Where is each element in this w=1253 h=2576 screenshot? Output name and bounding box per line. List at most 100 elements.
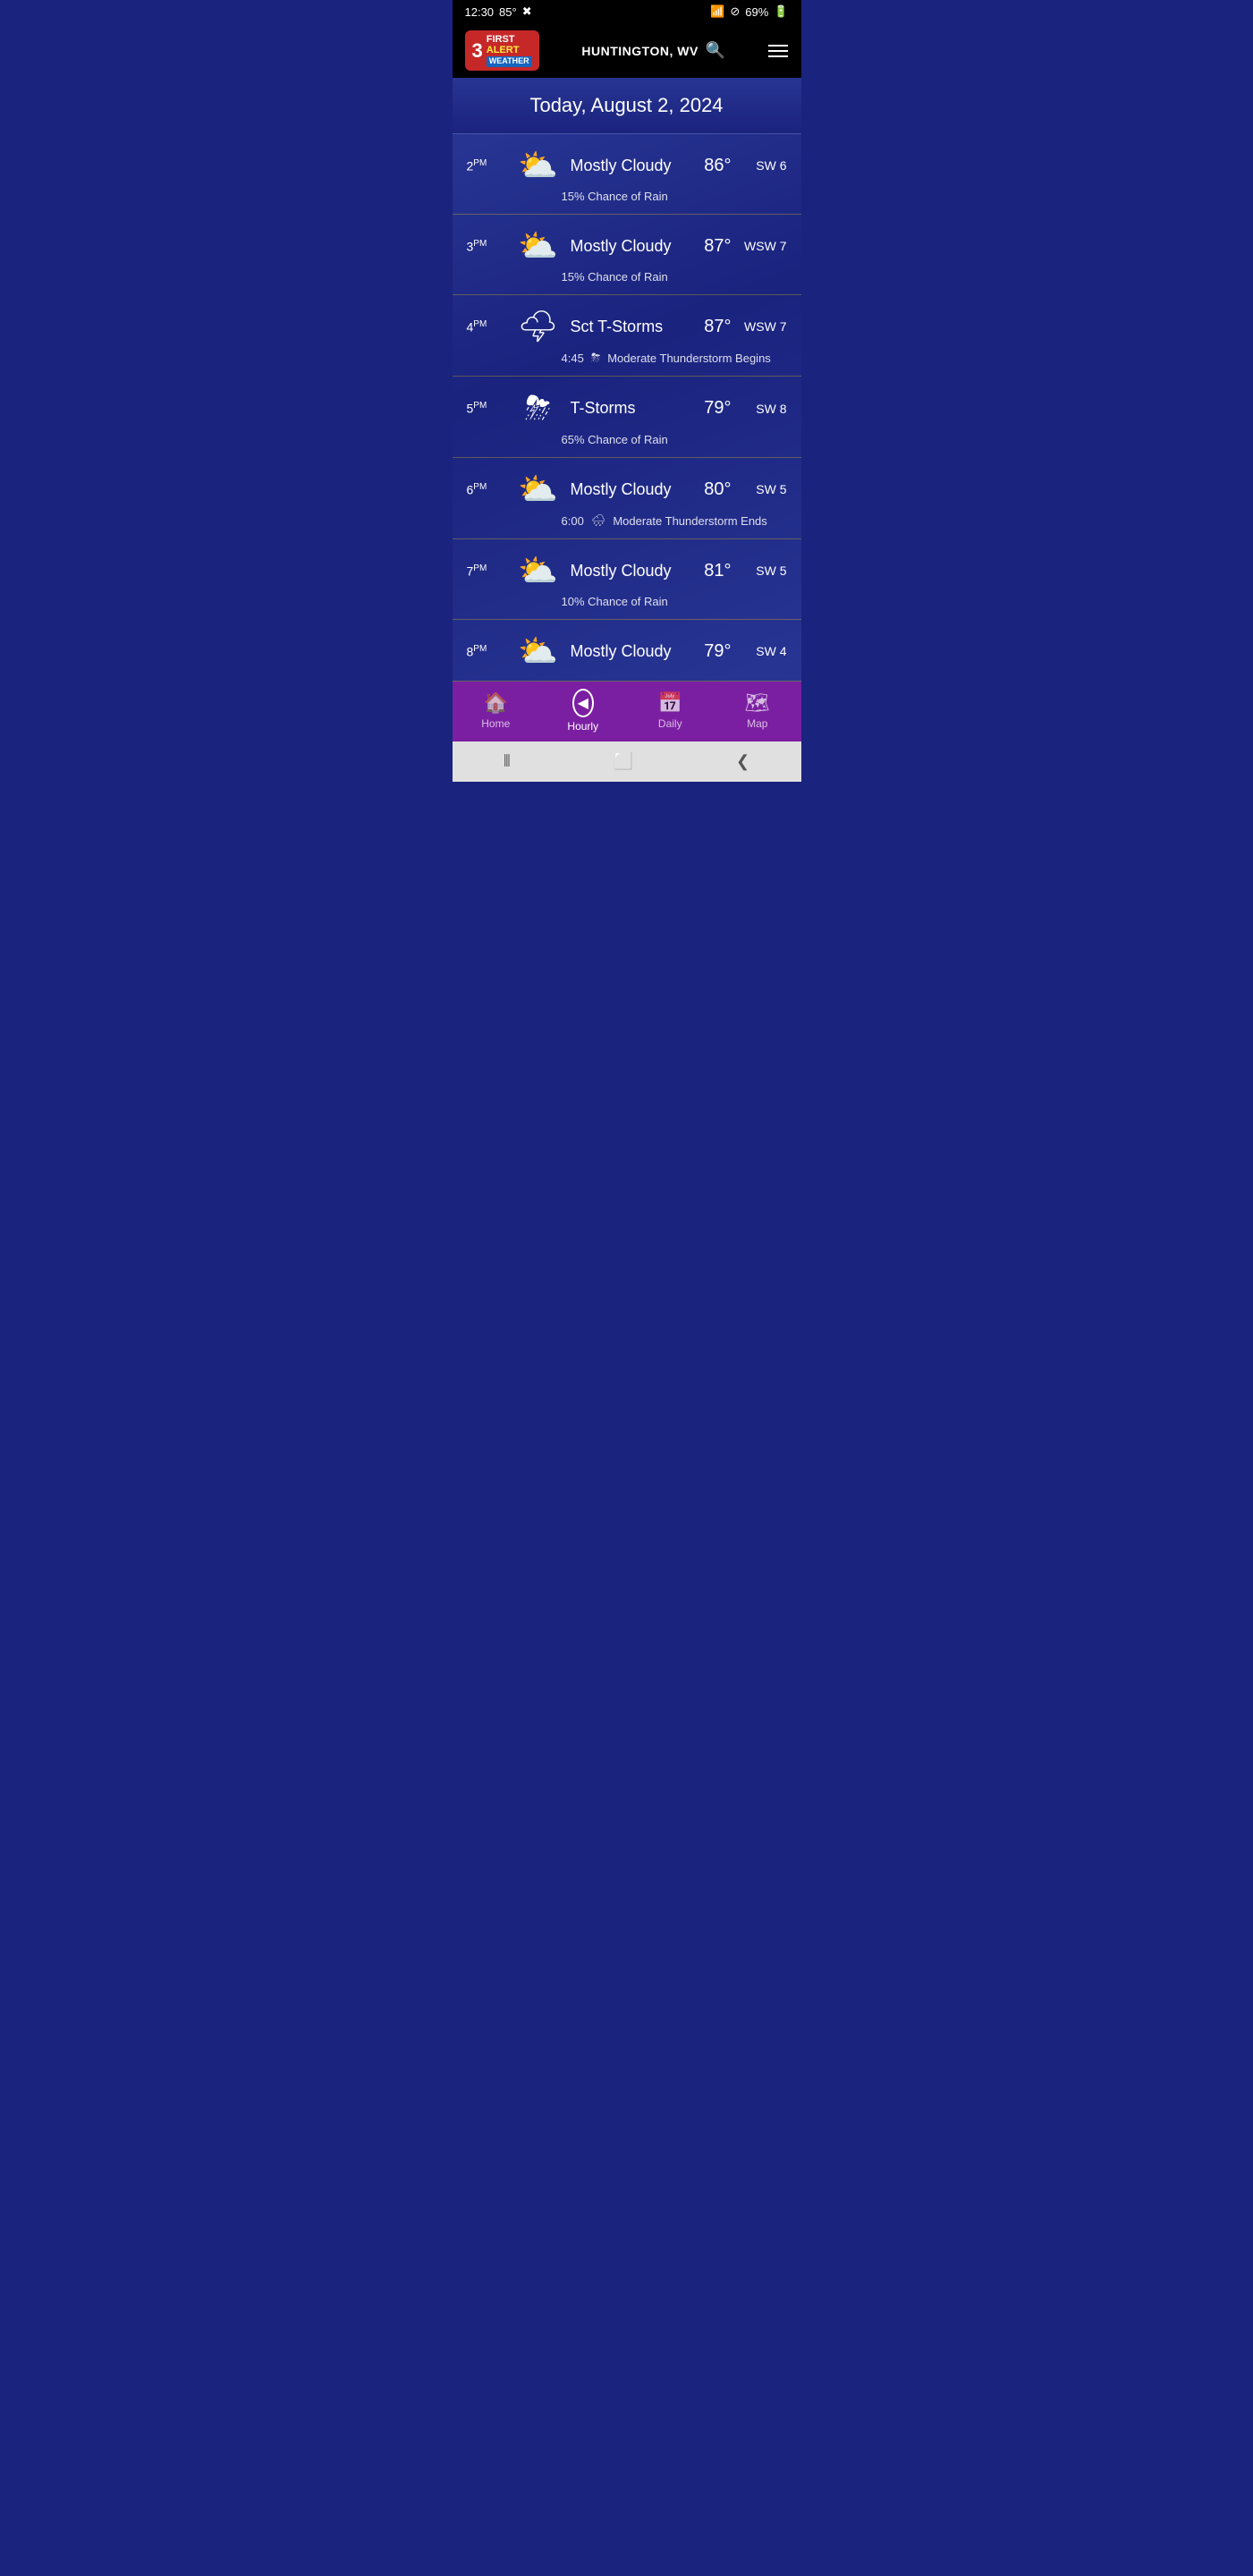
nav-item-home[interactable]: 🏠 Home — [460, 691, 531, 730]
status-time: 12:30 — [465, 5, 495, 19]
weather-wind: SW 4 — [741, 644, 787, 658]
weather-temp: 79° — [685, 398, 732, 419]
logo-text-group: FIRST ALERT WEATHER — [487, 34, 532, 67]
back-button-icon[interactable]: ❮ — [736, 752, 749, 771]
sub-text: Moderate Thunderstorm Ends — [613, 514, 766, 528]
nav-label: Daily — [658, 717, 682, 730]
weather-main-row: 4PM 🌩 Sct T-Storms 87° WSW 7 — [467, 308, 787, 345]
weather-sub: 65% Chance of Rain — [467, 433, 787, 446]
nav-label: Hourly — [567, 720, 598, 733]
weather-wind: WSW 7 — [741, 239, 787, 253]
weather-wind: SW 5 — [741, 482, 787, 496]
sub-icon: 🌧 — [591, 513, 606, 528]
nav-label: Map — [747, 717, 767, 730]
nav-item-map[interactable]: 🗺 Map — [722, 691, 793, 730]
sub-time: 4:45 — [562, 352, 584, 365]
sub-text: 15% Chance of Rain — [562, 190, 668, 203]
hour-time: 2PM — [467, 158, 506, 174]
status-icon-x: ✖ — [522, 4, 532, 19]
bottom-navigation: 🏠 Home ◀ Hourly 📅 Daily 🗺 Map — [453, 682, 801, 741]
weather-main-row: 6PM ⛅ Mostly Cloudy 80° SW 5 — [467, 470, 787, 508]
weather-icon: ⛅ — [515, 632, 562, 670]
date-banner: Today, August 2, 2024 — [453, 78, 801, 134]
sub-text: 15% Chance of Rain — [562, 270, 668, 284]
logo-first: FIRST — [487, 34, 532, 45]
status-right: 📶 ⊘ 69% 🔋 — [710, 4, 788, 19]
weather-condition: Mostly Cloudy — [571, 562, 676, 580]
weather-temp: 79° — [685, 641, 732, 662]
sub-text: 10% Chance of Rain — [562, 595, 668, 608]
nav-icon: 🏠 — [484, 691, 508, 715]
weather-row[interactable]: 2PM ⛅ Mostly Cloudy 86° SW 6 15% Chance … — [453, 134, 801, 215]
nav-item-hourly[interactable]: ◀ Hourly — [547, 689, 619, 733]
weather-row[interactable]: 7PM ⛅ Mostly Cloudy 81° SW 5 10% Chance … — [453, 539, 801, 620]
nav-icon: 📅 — [658, 691, 682, 715]
wifi-icon: 📶 — [710, 4, 724, 19]
location-display[interactable]: HUNTINGTON, WV 🔍 — [581, 41, 725, 60]
weather-sub: 4:45 ⛈ Moderate Thunderstorm Begins — [467, 351, 787, 365]
dnd-icon: ⊘ — [730, 4, 740, 19]
weather-row[interactable]: 8PM ⛅ Mostly Cloudy 79° SW 4 — [453, 620, 801, 682]
location-text: HUNTINGTON, WV — [581, 44, 698, 58]
weather-temp: 87° — [685, 236, 732, 257]
weather-condition: Sct T-Storms — [571, 318, 676, 336]
hour-time: 3PM — [467, 239, 506, 254]
weather-wind: SW 5 — [741, 564, 787, 578]
nav-label: Home — [481, 717, 510, 730]
logo-number: 3 — [472, 39, 483, 63]
weather-icon: ⛅ — [515, 552, 562, 589]
recent-apps-icon[interactable]: ⦀ — [504, 752, 511, 771]
weather-condition: Mostly Cloudy — [571, 237, 676, 256]
weather-condition: Mostly Cloudy — [571, 642, 676, 661]
weather-wind: SW 6 — [741, 158, 787, 173]
home-button-icon[interactable]: ⬜ — [614, 752, 633, 771]
nav-icon: 🗺 — [745, 691, 770, 715]
weather-icon: ⛈ — [515, 389, 562, 428]
logo-weather: WEATHER — [487, 56, 532, 67]
status-temp: 85° — [499, 5, 517, 19]
weather-icon: ⛅ — [515, 227, 562, 265]
weather-icon: 🌩 — [515, 308, 562, 345]
menu-line-2 — [768, 50, 788, 52]
weather-condition: Mostly Cloudy — [571, 480, 676, 499]
weather-temp: 87° — [685, 317, 732, 337]
sub-text: 65% Chance of Rain — [562, 433, 668, 446]
weather-sub: 6:00 🌧 Moderate Thunderstorm Ends — [467, 513, 787, 528]
weather-wind: WSW 7 — [741, 319, 787, 334]
status-left: 12:30 85° ✖ — [465, 4, 532, 19]
menu-line-1 — [768, 45, 788, 47]
sub-icon: ⛈ — [591, 351, 600, 365]
search-icon[interactable]: 🔍 — [706, 41, 726, 60]
weather-main-row: 3PM ⛅ Mostly Cloudy 87° WSW 7 — [467, 227, 787, 265]
hour-time: 6PM — [467, 482, 506, 497]
weather-temp: 80° — [685, 479, 732, 500]
menu-line-3 — [768, 55, 788, 57]
app-header: 3 FIRST ALERT WEATHER HUNTINGTON, WV 🔍 — [453, 23, 801, 78]
weather-row[interactable]: 6PM ⛅ Mostly Cloudy 80° SW 5 6:00 🌧 Mode… — [453, 458, 801, 539]
menu-button[interactable] — [768, 45, 788, 57]
nav-icon: ◀ — [572, 689, 594, 717]
hour-time: 4PM — [467, 319, 506, 335]
app-logo: 3 FIRST ALERT WEATHER — [465, 30, 539, 71]
weather-main-row: 5PM ⛈ T-Storms 79° SW 8 — [467, 389, 787, 428]
date-text: Today, August 2, 2024 — [529, 94, 723, 116]
weather-wind: SW 8 — [741, 402, 787, 416]
sub-time: 6:00 — [562, 514, 584, 528]
logo-alert: ALERT — [487, 45, 532, 55]
weather-main-row: 8PM ⛅ Mostly Cloudy 79° SW 4 — [467, 632, 787, 670]
weather-sub: 15% Chance of Rain — [467, 270, 787, 284]
hour-time: 7PM — [467, 564, 506, 579]
hourly-weather-list: 2PM ⛅ Mostly Cloudy 86° SW 6 15% Chance … — [453, 134, 801, 682]
weather-row[interactable]: 4PM 🌩 Sct T-Storms 87° WSW 7 4:45 ⛈ Mode… — [453, 295, 801, 377]
hour-time: 5PM — [467, 401, 506, 416]
status-bar: 12:30 85° ✖ 📶 ⊘ 69% 🔋 — [453, 0, 801, 23]
weather-condition: Mostly Cloudy — [571, 157, 676, 175]
nav-item-daily[interactable]: 📅 Daily — [634, 691, 706, 730]
battery-pct: 69% — [745, 5, 768, 19]
weather-row[interactable]: 5PM ⛈ T-Storms 79° SW 8 65% Chance of Ra… — [453, 377, 801, 458]
weather-sub: 15% Chance of Rain — [467, 190, 787, 203]
weather-sub: 10% Chance of Rain — [467, 595, 787, 608]
weather-temp: 81° — [685, 561, 732, 581]
weather-row[interactable]: 3PM ⛅ Mostly Cloudy 87° WSW 7 15% Chance… — [453, 215, 801, 295]
weather-condition: T-Storms — [571, 399, 676, 418]
